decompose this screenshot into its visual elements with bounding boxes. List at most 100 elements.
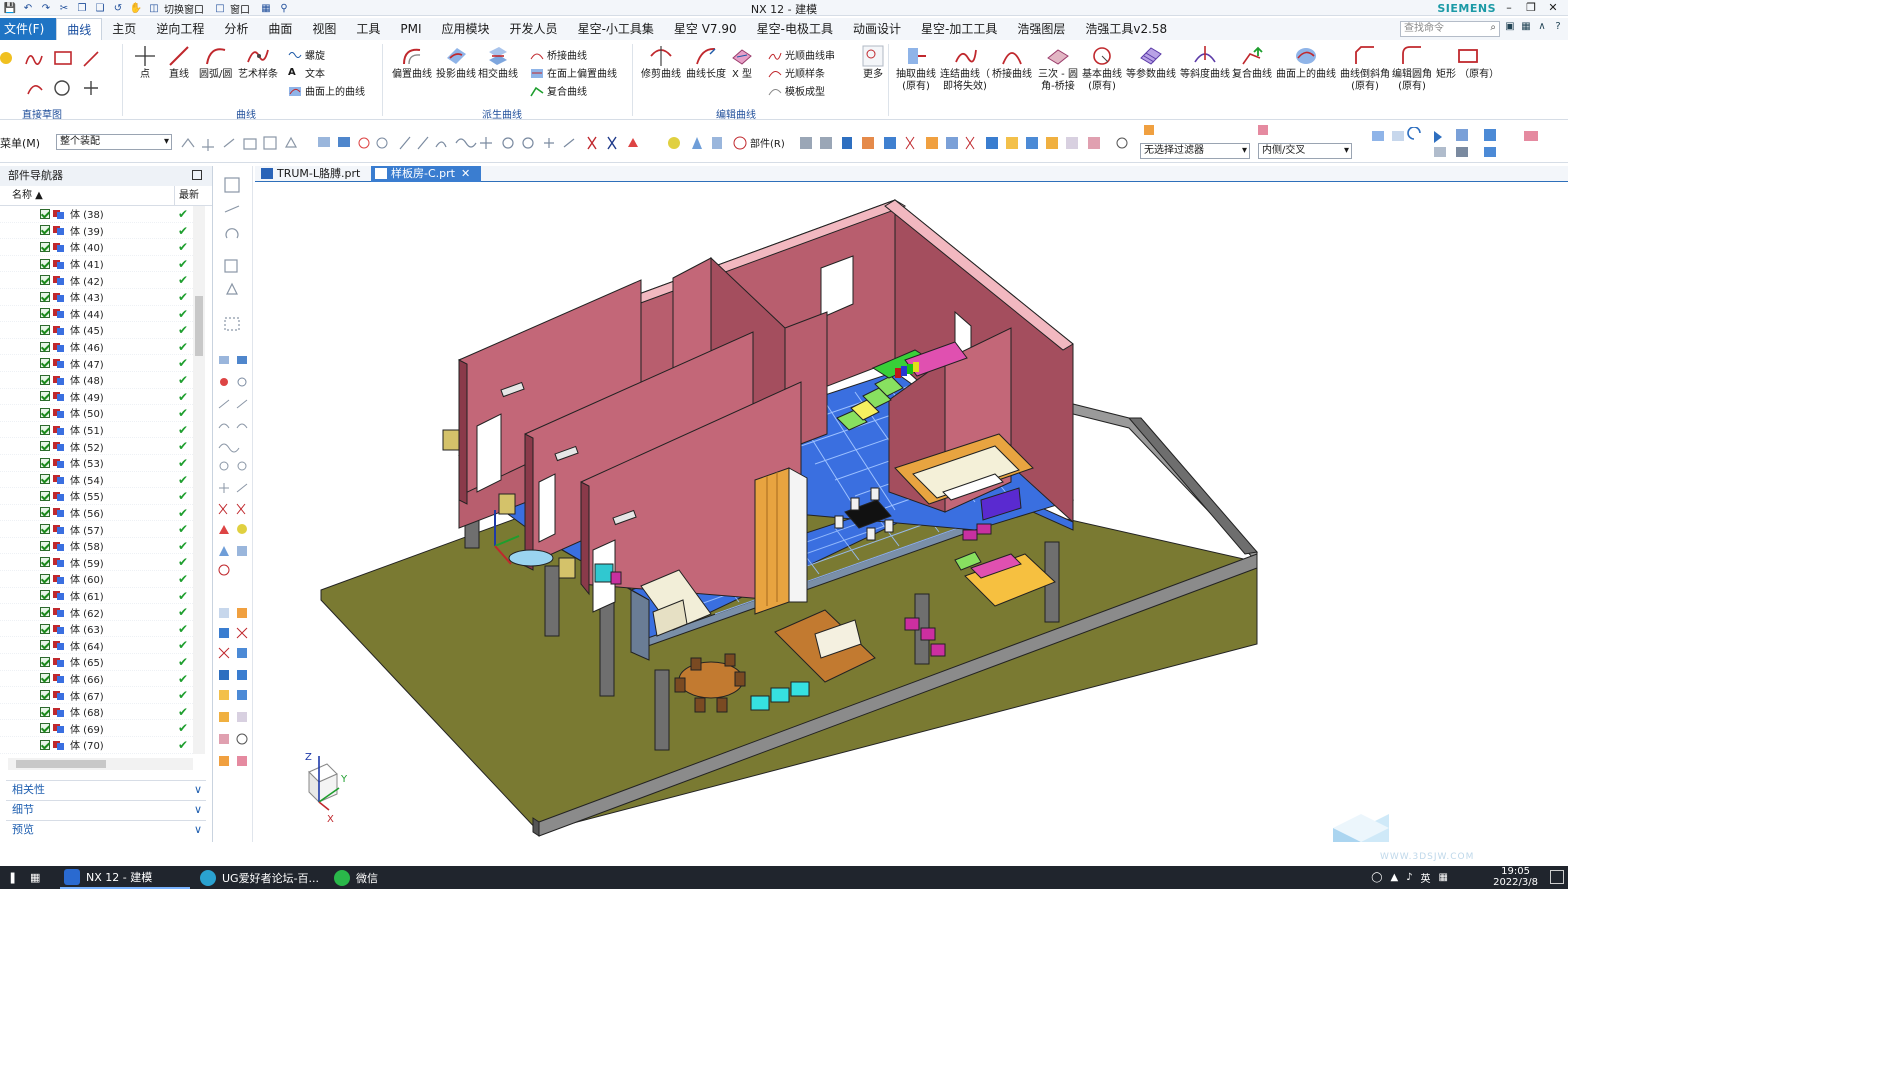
visibility-checkbox[interactable] — [40, 590, 50, 601]
tab-xingkong-electrode[interactable]: 星空-电极工具 — [747, 18, 843, 40]
navigator-body-row[interactable]: 体 (63) ✔ — [0, 621, 193, 638]
composite-curve-button[interactable]: 复合曲线 — [530, 82, 587, 99]
window-menu-button[interactable]: 窗口 — [230, 1, 250, 16]
visibility-checkbox[interactable] — [40, 457, 50, 468]
security-icon[interactable]: ◯ — [1371, 872, 1382, 883]
navigator-body-row[interactable]: 体 (61) ✔ — [0, 588, 193, 605]
close-tab-icon[interactable]: ✕ — [461, 167, 470, 180]
type-filter-dropdown[interactable]: 无选择过滤器 — [1140, 143, 1250, 159]
ribbon-options-icon[interactable]: ▦ — [1518, 21, 1534, 37]
network-icon[interactable]: ▲ — [1390, 872, 1398, 883]
offset-curve-button[interactable]: 偏置曲线 — [392, 43, 432, 81]
view-tool-icons[interactable] — [1368, 127, 1558, 159]
filter-icon[interactable] — [1142, 123, 1156, 137]
tab-application[interactable]: 应用模块 — [432, 18, 500, 40]
tab-file[interactable]: 文件(F) — [0, 18, 57, 40]
visibility-checkbox[interactable] — [40, 524, 50, 535]
taskbar-nx[interactable]: NX 12 - 建模 — [60, 866, 190, 889]
curve-on-face-button[interactable]: 曲面上的曲线 — [1276, 43, 1336, 81]
navigator-body-row[interactable]: 体 (44) ✔ — [0, 306, 193, 323]
navigator-body-row[interactable]: 体 (54) ✔ — [0, 472, 193, 489]
navigator-body-row[interactable]: 体 (52) ✔ — [0, 438, 193, 455]
input-method[interactable]: 英 — [1421, 870, 1431, 885]
edit-fillet-button[interactable]: 编辑圆角 (原有) — [1392, 43, 1432, 93]
graphics-window[interactable]: Z Y X — [255, 182, 1568, 842]
visibility-checkbox[interactable] — [40, 623, 50, 634]
layout-icon[interactable]: ▦ — [258, 1, 274, 15]
intersect-curve-button[interactable]: 相交曲线 — [478, 43, 518, 81]
visibility-checkbox[interactable] — [40, 391, 50, 402]
navigator-body-row[interactable]: 体 (45) ✔ — [0, 322, 193, 339]
visibility-checkbox[interactable] — [40, 291, 50, 302]
visibility-checkbox[interactable] — [40, 308, 50, 319]
paste-icon[interactable]: ❑ — [92, 1, 108, 15]
navigator-body-row[interactable]: 体 (55) ✔ — [0, 488, 193, 505]
line-button[interactable]: 直线 — [166, 43, 192, 81]
x-form-button[interactable]: X 型 — [729, 43, 755, 81]
cut-icon[interactable]: ✂ — [56, 1, 72, 15]
volume-icon[interactable]: ♪ — [1406, 872, 1412, 883]
arc-circle-button[interactable]: 圆弧/圆 — [199, 43, 232, 81]
save-icon[interactable]: 💾 — [2, 1, 18, 15]
navigator-body-row[interactable]: 体 (50) ✔ — [0, 405, 193, 422]
selection-mode-icon[interactable] — [1256, 123, 1280, 137]
minimize-icon[interactable]: – — [1498, 0, 1520, 15]
composite-curve-large-button[interactable]: 复合曲线 — [1232, 43, 1272, 81]
navigator-body-row[interactable]: 体 (64) ✔ — [0, 637, 193, 655]
tab-developer[interactable]: 开发人员 — [500, 18, 568, 40]
visibility-checkbox[interactable] — [40, 607, 50, 618]
house-model-3d[interactable]: Z Y X — [255, 182, 1568, 842]
navigator-body-row[interactable]: 体 (51) ✔ — [0, 422, 193, 439]
task-view-icon[interactable]: ▦ — [26, 866, 48, 889]
navigator-body-row[interactable]: 体 (47) ✔ — [0, 355, 193, 372]
start-button[interactable]: ❚ — [4, 866, 24, 889]
assembly-tool-icons[interactable] — [796, 133, 1136, 153]
tab-xingkong-machining[interactable]: 星空-加工工具 — [911, 18, 1007, 40]
touch-mode-icon[interactable]: ✋ — [128, 1, 144, 15]
navigator-body-row[interactable]: 体 (62) ✔ — [0, 604, 193, 621]
menu-button[interactable]: 菜单(M) — [0, 135, 40, 151]
visibility-checkbox[interactable] — [40, 739, 50, 750]
navigator-body-row[interactable]: 体 (53) ✔ — [0, 455, 193, 472]
visibility-checkbox[interactable] — [40, 490, 50, 501]
inside-crossing-dropdown[interactable]: 内侧/交叉 — [1258, 143, 1352, 159]
visibility-checkbox[interactable] — [40, 441, 50, 452]
redo-icon[interactable]: ↷ — [38, 1, 54, 15]
visibility-checkbox[interactable] — [40, 258, 50, 269]
navigator-body-row[interactable]: 体 (42) ✔ — [0, 272, 193, 289]
tab-analysis[interactable]: 分析 — [214, 18, 258, 40]
navigator-body-row[interactable]: 体 (68) ✔ — [0, 704, 193, 721]
tab-pmi[interactable]: PMI — [390, 18, 431, 40]
smooth-spline-button[interactable]: 光顺样条 — [768, 64, 825, 81]
tab-view[interactable]: 视图 — [302, 18, 346, 40]
tab-xingkong-v790[interactable]: 星空 V7.90 — [664, 18, 747, 40]
repeat-command-icon[interactable]: ↺ — [110, 1, 126, 15]
visibility-checkbox[interactable] — [40, 673, 50, 684]
visibility-checkbox[interactable] — [40, 241, 50, 252]
column-latest-header[interactable]: 最新 — [175, 186, 205, 205]
navigator-body-row[interactable]: 体 (38) ✔ — [0, 206, 193, 223]
selection-scope-dropdown[interactable]: 整个装配 — [56, 134, 172, 150]
help-search-icon[interactable]: ⚲ — [276, 1, 292, 15]
visibility-checkbox[interactable] — [40, 507, 50, 518]
taskbar-wechat[interactable]: 微信 — [330, 866, 420, 889]
navigator-body-row[interactable]: 体 (69) ✔ — [0, 720, 193, 737]
clock[interactable]: 19:05 2022/3/8 — [1493, 866, 1538, 888]
navigator-body-row[interactable]: 体 (60) ✔ — [0, 571, 193, 588]
navigator-body-row[interactable]: 体 (66) ✔ — [0, 671, 193, 688]
panel-details[interactable]: 细节 — [6, 800, 206, 819]
navigator-body-row[interactable]: 体 (57) ✔ — [0, 521, 193, 538]
tab-curve[interactable]: 曲线 — [56, 18, 103, 40]
smooth-curve-string-button[interactable]: 光顺曲线串 — [768, 46, 835, 63]
maximize-icon[interactable] — [192, 170, 202, 180]
curve-on-surface-button[interactable]: 曲面上的曲线 — [288, 82, 365, 99]
navigator-body-row[interactable]: 体 (65) ✔ — [0, 654, 193, 671]
switch-window-icon[interactable]: ◫ — [146, 1, 162, 15]
keyboard-icon[interactable]: ▦ — [1439, 872, 1448, 883]
visibility-checkbox[interactable] — [40, 341, 50, 352]
extract-curve-button[interactable]: 抽取曲线 (原有) — [896, 43, 936, 93]
visibility-checkbox[interactable] — [40, 557, 50, 568]
visibility-checkbox[interactable] — [40, 690, 50, 701]
basic-curve-button[interactable]: 基本曲线 (原有) — [1082, 43, 1122, 93]
visibility-checkbox[interactable] — [40, 474, 50, 485]
